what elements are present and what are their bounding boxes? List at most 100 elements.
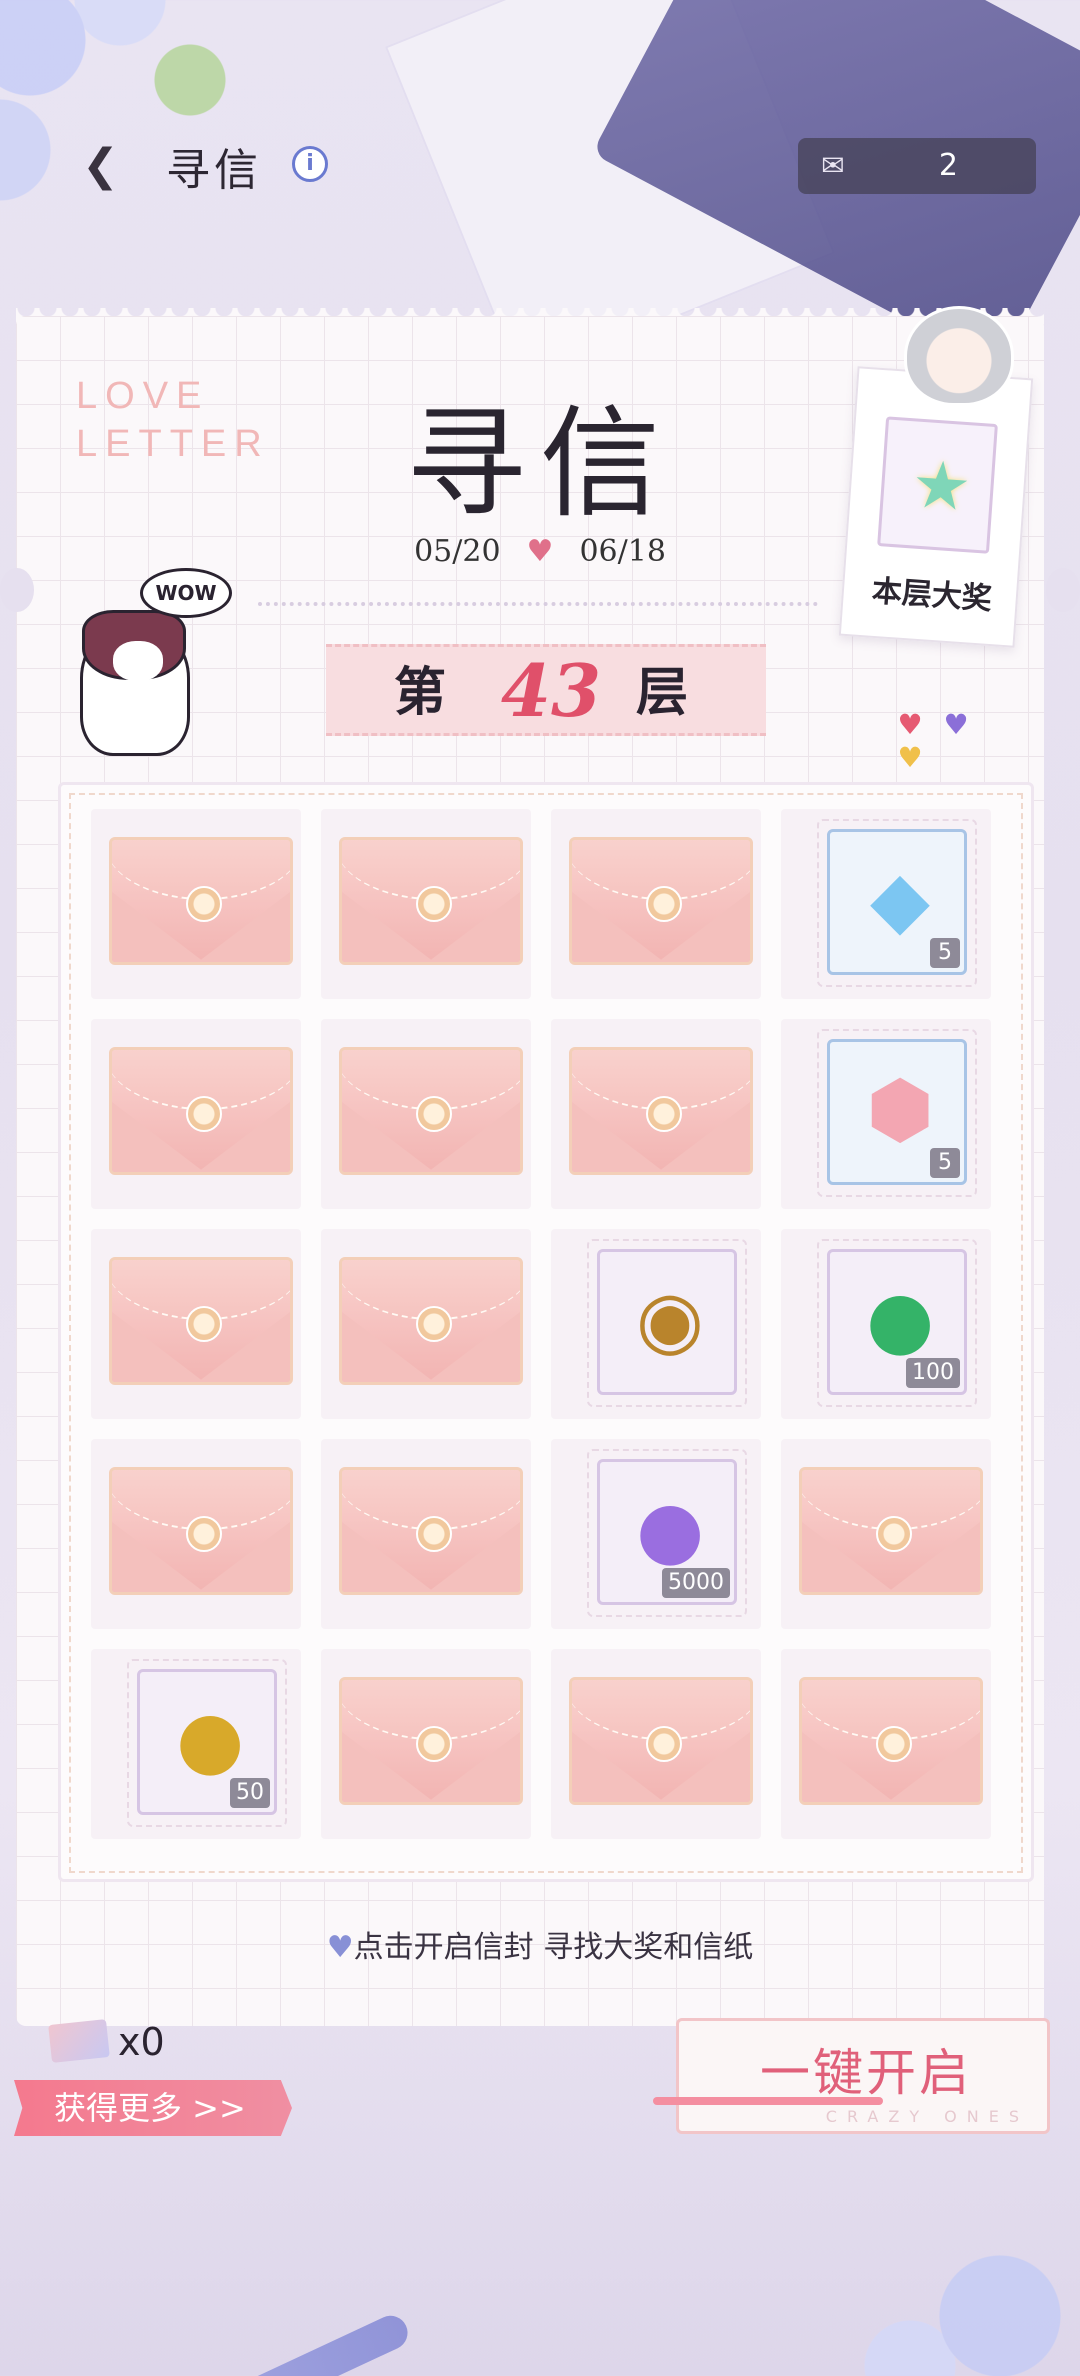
ticket-count: 2: [938, 148, 958, 183]
yellow-heart-icon: ♥: [897, 741, 923, 774]
envelope-cell[interactable]: [321, 1649, 531, 1839]
envelope-cell[interactable]: [321, 1229, 531, 1419]
wax-seal-icon: [416, 1726, 452, 1762]
chevron-left-icon: ❮: [82, 140, 119, 191]
wax-seal-icon: [876, 1516, 912, 1552]
reward-cell[interactable]: ◆ 5: [781, 809, 991, 999]
letter-paper-icon: [48, 2019, 110, 2063]
open-all-button[interactable]: 一键开启 CRAZY ONES: [653, 2018, 1050, 2134]
envelope-cell[interactable]: [321, 1019, 531, 1209]
character-shard-icon: ⬢: [865, 1065, 935, 1155]
reward-cell[interactable]: ● 100: [781, 1229, 991, 1419]
envelope-cell[interactable]: [321, 1439, 531, 1629]
reward-count: 50: [230, 1778, 270, 1808]
envelope-icon: [569, 837, 753, 965]
letter-ticket-icon: ✉: [821, 149, 845, 182]
envelope-icon: [339, 1047, 523, 1175]
envelope-cell[interactable]: [781, 1649, 991, 1839]
reward-count: 5: [930, 1148, 960, 1178]
purple-coin-icon: ●: [635, 1485, 705, 1575]
wax-seal-icon: [186, 1516, 222, 1552]
envelope-icon: [109, 1047, 293, 1175]
back-button[interactable]: ❮: [82, 142, 126, 190]
open-all-label: 一键开启: [760, 2044, 972, 2102]
wax-seal-icon: [416, 1516, 452, 1552]
envelope-grid-inner: ◆ 5 ⬢ 5 ◉ ● 100 ● 5000 ● 50: [69, 793, 1023, 1873]
card-notch-left: [0, 568, 34, 612]
cat-mascot: [80, 610, 190, 760]
hint-label: 点击开启信封 寻找大奖和信纸: [353, 1930, 754, 1965]
wax-seal-icon: [876, 1726, 912, 1762]
letter-paper-count: x0: [118, 2020, 165, 2064]
envelope-icon: [569, 1047, 753, 1175]
wow-speech-bubble: WOW: [140, 568, 232, 618]
wax-seal-icon: [646, 1096, 682, 1132]
reward-count: 100: [906, 1358, 960, 1388]
reward-count: 5000: [662, 1568, 730, 1598]
envelope-cell[interactable]: [91, 1019, 301, 1209]
ticket-counter[interactable]: ✉ 2: [798, 138, 1036, 194]
reward-item: ⬢ 5: [827, 1039, 967, 1185]
wax-seal-icon: [186, 886, 222, 922]
envelope-icon: [799, 1677, 983, 1805]
vs-coin-icon: ●: [175, 1695, 245, 1785]
card-notch-right: [1046, 568, 1080, 612]
reward-cell[interactable]: ● 50: [91, 1649, 301, 1839]
reward-cell[interactable]: ⬢ 5: [781, 1019, 991, 1209]
envelope-grid: ◆ 5 ⬢ 5 ◉ ● 100 ● 5000 ● 50: [58, 782, 1034, 1882]
chibi-character-avatar: [904, 306, 1014, 406]
hint-text: ♥点击开启信封 寻找大奖和信纸: [0, 1922, 1080, 1966]
gold-emblem-icon: ◉: [635, 1275, 705, 1365]
grand-prize-frame: ★: [877, 416, 998, 554]
envelope-icon: [109, 837, 293, 965]
rainbow-star-icon: ★: [909, 445, 974, 527]
envelope-icon: [339, 837, 523, 965]
envelope-cell[interactable]: [551, 1649, 761, 1839]
envelope-icon: [799, 1467, 983, 1595]
envelope-icon: [569, 1677, 753, 1805]
reward-item: ● 100: [827, 1249, 967, 1395]
reward-cell[interactable]: ◉: [551, 1229, 761, 1419]
info-icon[interactable]: i: [292, 146, 328, 182]
reward-item: ● 5000: [597, 1459, 737, 1605]
cat-face: [113, 641, 163, 681]
wax-seal-icon: [416, 1306, 452, 1342]
wax-seal-icon: [646, 1726, 682, 1762]
envelope-cell[interactable]: [551, 1019, 761, 1209]
pink-heart-icon: ♥: [897, 708, 923, 741]
heart-icon: ♥: [526, 534, 554, 569]
pen-decoration: [126, 2310, 414, 2376]
open-all-underline: [653, 2097, 883, 2105]
top-bar: ❮ 寻信 i ✉ 2: [0, 0, 1080, 210]
envelope-cell[interactable]: [91, 1439, 301, 1629]
wax-seal-icon: [416, 886, 452, 922]
floor-prefix: 第: [394, 662, 447, 723]
reward-cell[interactable]: ● 5000: [551, 1439, 761, 1629]
wax-seal-icon: [646, 886, 682, 922]
date-start: 05/20: [414, 534, 501, 569]
reward-item: ● 50: [137, 1669, 277, 1815]
get-more-button[interactable]: 获得更多 >>: [14, 2080, 292, 2136]
envelope-icon: [109, 1467, 293, 1595]
flowers-decoration-bottom: [820, 2156, 1080, 2376]
event-dates: 05/20 ♥ 06/18: [390, 534, 690, 569]
grand-prize-card[interactable]: ★ 本层大奖: [838, 366, 1034, 648]
floor-suffix: 层: [636, 662, 689, 723]
reward-count: 5: [930, 938, 960, 968]
wax-seal-icon: [186, 1096, 222, 1132]
envelope-cell[interactable]: [91, 809, 301, 999]
envelope-icon: [109, 1257, 293, 1385]
envelope-icon: [339, 1467, 523, 1595]
date-end: 06/18: [579, 534, 666, 569]
divider: [258, 602, 818, 606]
green-coin-icon: ●: [865, 1275, 935, 1365]
envelope-icon: [339, 1677, 523, 1805]
floor-banner: 第 43 层: [326, 644, 766, 736]
heart-indicators: ♥ ♥♥: [892, 708, 1022, 774]
cat-head: [82, 610, 186, 681]
envelope-cell[interactable]: [91, 1229, 301, 1419]
grand-prize-label: 本层大奖: [870, 573, 993, 618]
envelope-cell[interactable]: [551, 809, 761, 999]
envelope-cell[interactable]: [321, 809, 531, 999]
envelope-cell[interactable]: [781, 1439, 991, 1629]
